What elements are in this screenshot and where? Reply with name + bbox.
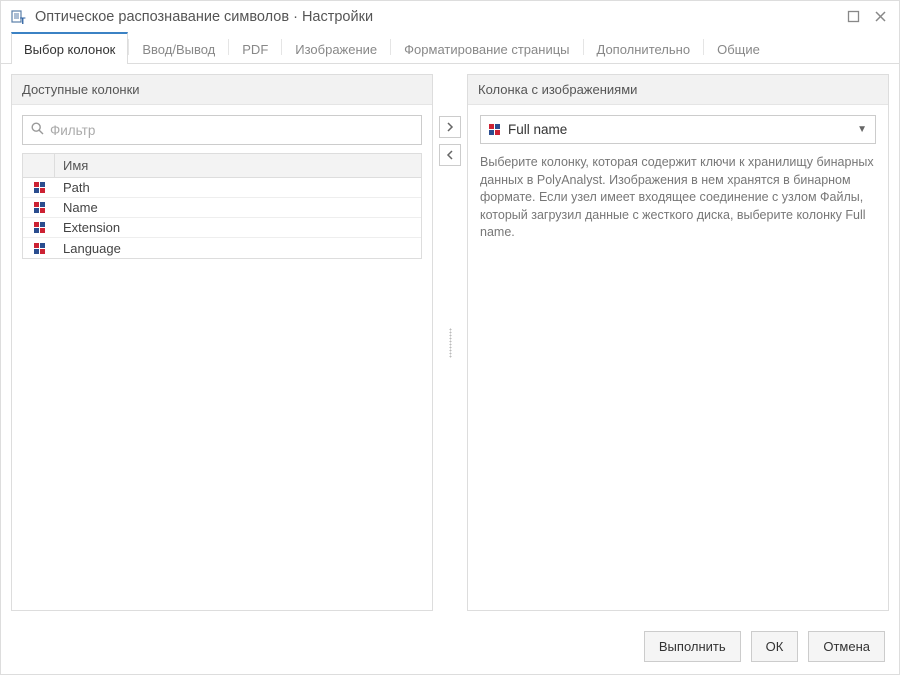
filter-input[interactable] xyxy=(50,123,413,138)
tabs: Выбор колонок Ввод/Вывод PDF Изображение… xyxy=(1,31,899,64)
window-title: Оптическое распознавание символов · Наст… xyxy=(35,9,839,25)
column-type-icon xyxy=(34,202,45,213)
close-icon[interactable] xyxy=(874,10,887,25)
transfer-controls xyxy=(433,74,467,611)
image-column-selected: Full name xyxy=(508,122,849,137)
tab-image[interactable]: Изображение xyxy=(282,32,390,64)
cell-name: Path xyxy=(55,178,421,197)
chevron-down-icon: ▼ xyxy=(857,124,867,135)
ok-button[interactable]: ОК xyxy=(751,631,799,662)
image-column-select[interactable]: Full name ▼ xyxy=(480,115,876,144)
tab-general[interactable]: Общие xyxy=(704,32,773,64)
execute-button[interactable]: Выполнить xyxy=(644,631,741,662)
tab-columns[interactable]: Выбор колонок xyxy=(11,32,128,64)
cell-name: Language xyxy=(55,239,421,258)
table-header-name: Имя xyxy=(55,154,421,177)
move-right-button[interactable] xyxy=(439,116,461,138)
image-column-panel: Колонка с изображениями Full name ▼ Выбе… xyxy=(467,74,889,611)
maximize-icon[interactable] xyxy=(847,10,860,25)
table-row[interactable]: Language xyxy=(23,238,421,258)
available-columns-title: Доступные колонки xyxy=(12,75,432,105)
table-row[interactable]: Name xyxy=(23,198,421,218)
tab-advanced[interactable]: Дополнительно xyxy=(584,32,704,64)
tab-page-format[interactable]: Форматирование страницы xyxy=(391,32,582,64)
content: Доступные колонки Имя Path xyxy=(1,64,899,621)
column-type-icon xyxy=(34,182,45,193)
svg-text:T: T xyxy=(20,16,26,25)
cancel-button[interactable]: Отмена xyxy=(808,631,885,662)
cell-name: Extension xyxy=(55,218,421,237)
column-type-icon xyxy=(489,124,500,135)
table-header: Имя xyxy=(23,154,421,178)
table-row[interactable]: Extension xyxy=(23,218,421,238)
search-icon xyxy=(31,122,44,138)
titlebar: T Оптическое распознавание символов · На… xyxy=(1,1,899,31)
table-row[interactable]: Path xyxy=(23,178,421,198)
footer: Выполнить ОК Отмена xyxy=(1,621,899,674)
move-left-button[interactable] xyxy=(439,144,461,166)
column-type-icon xyxy=(34,222,45,233)
splitter-handle[interactable] xyxy=(449,328,452,358)
columns-table: Имя Path Name Extension xyxy=(22,153,422,259)
image-column-help: Выберите колонку, которая содержит ключи… xyxy=(480,154,876,242)
tab-io[interactable]: Ввод/Вывод xyxy=(129,32,228,64)
tab-pdf[interactable]: PDF xyxy=(229,32,281,64)
filter-field[interactable] xyxy=(22,115,422,145)
cell-name: Name xyxy=(55,198,421,217)
app-icon: T xyxy=(11,9,27,25)
settings-window: T Оптическое распознавание символов · На… xyxy=(0,0,900,675)
column-type-icon xyxy=(34,243,45,254)
image-column-title: Колонка с изображениями xyxy=(468,75,888,105)
available-columns-panel: Доступные колонки Имя Path xyxy=(11,74,433,611)
